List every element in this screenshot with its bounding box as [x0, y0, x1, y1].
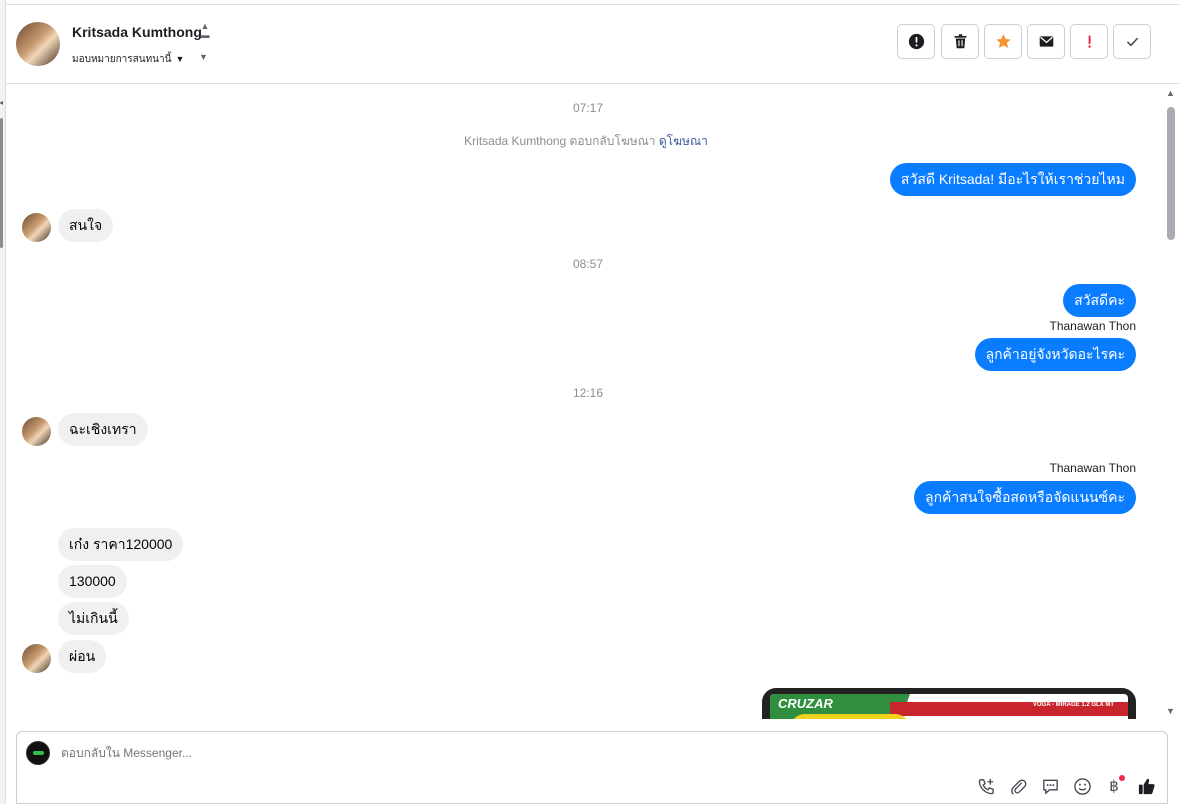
phone-plus-icon [978, 778, 994, 794]
incoming-message[interactable]: ผ่อน [58, 640, 107, 673]
reply-input[interactable] [61, 746, 761, 760]
scroll-down-icon[interactable]: ▼ [1166, 706, 1175, 716]
outgoing-message[interactable]: สวัสดีคะ [1063, 284, 1136, 317]
add-contact-button[interactable] [975, 775, 997, 797]
incoming-message[interactable]: เก๋ง ราคา120000 [58, 528, 184, 561]
star-button[interactable] [984, 24, 1022, 59]
chat-bubble-icon [1042, 779, 1058, 795]
outgoing-message[interactable]: สวัสดี Kritsada! มีอะไรให้เราช่วยไหม [889, 163, 1136, 196]
paperclip-icon [1010, 779, 1026, 795]
conversation-header: Kritsada Kumthong ▲ ▬ มอบหมายการสนทนานี้ ▼… [6, 5, 1180, 84]
image-attachment[interactable]: CRUZAR VOGA - MIRAGE 1.2 GLX MT [762, 688, 1136, 719]
emoji-button[interactable] [1071, 775, 1093, 797]
incoming-message[interactable]: ฉะเชิงเทรา [58, 413, 148, 446]
image-text-left: CRUZAR [778, 696, 833, 711]
thumbs-up-icon [1138, 778, 1155, 794]
envelope-icon [1039, 36, 1053, 47]
delete-button[interactable] [941, 24, 979, 59]
image-text-right: VOGA - MIRAGE 1.2 GLX MT [1032, 702, 1114, 708]
report-button[interactable] [897, 24, 935, 59]
outgoing-message[interactable]: ลูกค้าอยู่จังหวัดอะไรคะ [974, 338, 1136, 371]
page-avatar [26, 741, 50, 765]
chevron-down-icon[interactable]: ▼ [199, 52, 208, 62]
ad-image: CRUZAR VOGA - MIRAGE 1.2 GLX MT [770, 694, 1128, 719]
panel-resize-handle[interactable] [0, 118, 3, 248]
smiley-icon [1073, 777, 1091, 795]
message-thread[interactable]: 07:17 Kritsada Kumthong ตอบกลับโฆษณา ดูโ… [6, 85, 1164, 719]
contact-avatar-small [22, 213, 51, 242]
payment-button[interactable]: ฿ [1103, 775, 1125, 797]
sender-name: Thanawan Thon [1049, 461, 1136, 475]
saved-replies-button[interactable] [1039, 775, 1061, 797]
attach-button[interactable] [1007, 775, 1029, 797]
incoming-message[interactable]: 130000 [58, 565, 127, 598]
timestamp: 07:17 [572, 101, 604, 115]
caret-down-icon: ▼ [175, 54, 185, 64]
spam-button[interactable] [1070, 24, 1108, 59]
ad-reply-notice: Kritsada Kumthong ตอบกลับโฆษณา ดูโฆษณา [6, 132, 1164, 151]
ad-reply-text: Kritsada Kumthong ตอบกลับโฆษณา [464, 134, 656, 148]
trash-icon [954, 34, 966, 49]
contact-avatar-small [22, 417, 51, 446]
scroll-up-icon[interactable]: ▲ [1166, 88, 1175, 98]
exclamation-icon [1087, 35, 1091, 48]
thread-scrollbar[interactable]: ▲ ▼ [1164, 88, 1178, 716]
report-icon [908, 33, 924, 50]
done-button[interactable] [1113, 24, 1151, 59]
sender-name: Thanawan Thon [1049, 319, 1136, 333]
incoming-message[interactable]: ไม่เกินนี้ [58, 602, 129, 635]
star-icon [995, 34, 1011, 48]
incoming-message[interactable]: สนใจ [58, 209, 114, 242]
timestamp: 12:16 [572, 386, 604, 400]
view-ad-link[interactable]: ดูโฆษณา [659, 134, 708, 148]
assign-label: มอบหมายการสนทนานี้ [72, 54, 172, 65]
collapse-arrow-icon[interactable]: ◂ [0, 98, 3, 107]
notification-dot [1119, 775, 1125, 781]
assign-conversation-dropdown[interactable]: มอบหมายการสนทนานี้ ▼ [72, 52, 184, 67]
scrollbar-thumb[interactable] [1167, 107, 1175, 240]
baht-icon: ฿ [1109, 778, 1119, 795]
like-button[interactable] [1135, 775, 1157, 797]
message-composer: ฿ [16, 731, 1168, 804]
outgoing-message[interactable]: ลูกค้าสนใจซื้อสดหรือจัดแนนซ์คะ [914, 481, 1136, 514]
contact-name[interactable]: Kritsada Kumthong [72, 24, 202, 40]
timestamp: 08:57 [572, 257, 604, 271]
contact-avatar[interactable] [16, 22, 60, 66]
composer-toolbar: ฿ [975, 775, 1157, 797]
contact-avatar-small [22, 644, 51, 673]
mark-unread-button[interactable] [1027, 24, 1065, 59]
check-icon [1126, 37, 1138, 47]
sort-arrows-icon[interactable]: ▲ ▬ [199, 22, 211, 40]
